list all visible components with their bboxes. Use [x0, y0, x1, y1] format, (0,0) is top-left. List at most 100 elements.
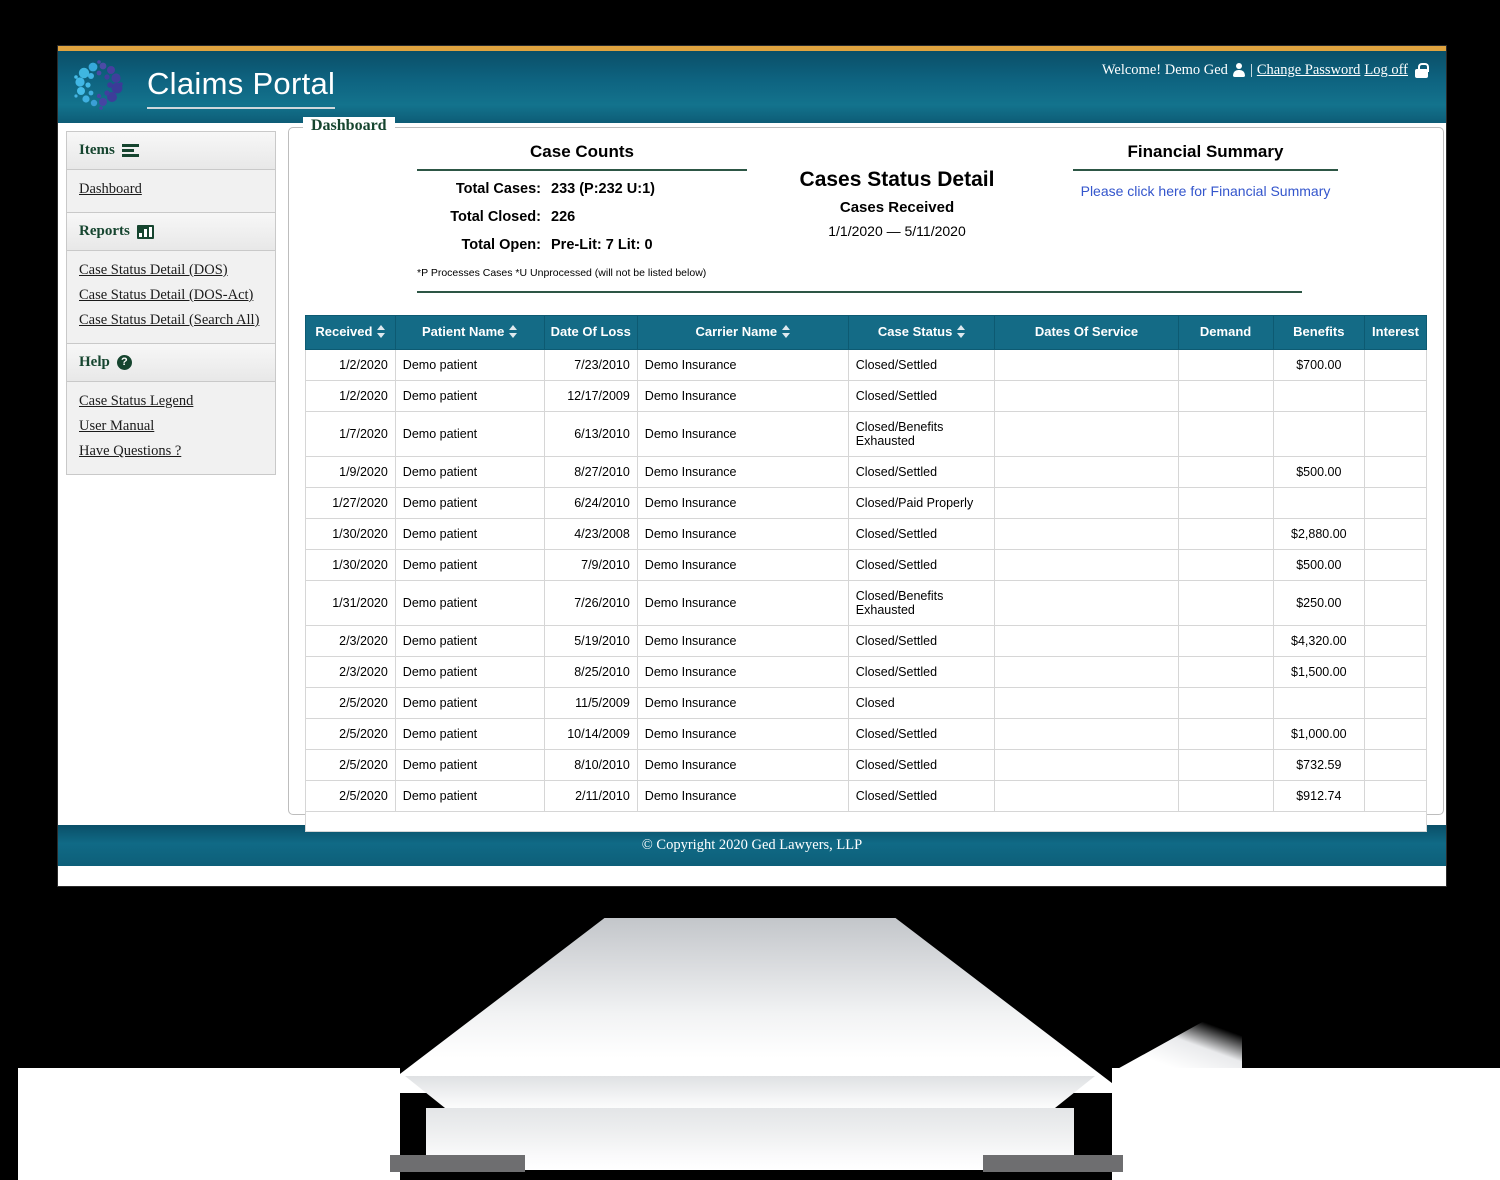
cell-dates-of-service — [994, 779, 1179, 812]
bar-chart-icon — [136, 224, 154, 239]
cell-interest — [1364, 579, 1427, 626]
table-row[interactable]: 1/27/2020 Demo patient 6/24/2010 Demo Insur… — [305, 486, 1427, 519]
cell-dates-of-service — [994, 717, 1179, 750]
sidebar-item-case-status-detail-dos[interactable]: Case Status Detail (DOS) — [79, 258, 263, 283]
cell-carrier: Demo Insurance — [636, 748, 849, 781]
col-header-received[interactable]: Received — [305, 315, 396, 350]
cell-date-of-loss: 7/26/2010 — [543, 579, 638, 626]
cases-table-footer-strip — [305, 811, 1427, 832]
cell-benefits — [1272, 410, 1366, 457]
cell-patient: Demo patient — [394, 779, 545, 812]
app-header: Claims Portal Welcome! Demo Ged | Change… — [58, 51, 1446, 123]
table-row[interactable]: 2/3/2020 Demo patient 5/19/2010 Demo Insura… — [305, 624, 1427, 657]
change-password-link[interactable]: Change Password — [1257, 62, 1361, 79]
sidebar-header-items: Items — [67, 132, 275, 170]
app-body: Items Dashboard Reports Case Status Deta… — [58, 117, 1446, 832]
cell-received: 1/9/2020 — [305, 455, 396, 488]
col-header-case-status[interactable]: Case Status — [847, 315, 996, 350]
col-label-date-of-loss: Date Of Loss — [550, 324, 631, 339]
col-label-demand: Demand — [1199, 324, 1252, 339]
sidebar-header-help: Help ? — [67, 344, 275, 382]
table-row[interactable]: 2/5/2020 Demo patient 2/11/2010 Demo Insura… — [305, 779, 1427, 812]
cell-demand — [1177, 686, 1274, 719]
col-label-carrier-name: Carrier Name — [695, 324, 778, 339]
claims-portal-logo-icon — [68, 56, 130, 118]
cases-table-header-row: Received Patient Name Date Of Loss Carri… — [305, 315, 1427, 350]
cell-carrier: Demo Insurance — [636, 624, 849, 657]
cell-benefits: $1,500.00 — [1272, 655, 1366, 688]
table-row[interactable]: 2/5/2020 Demo patient 8/10/2010 Demo Insura… — [305, 748, 1427, 781]
sidebar-item-dashboard[interactable]: Dashboard — [79, 177, 263, 202]
header-separator: | — [1249, 62, 1253, 78]
cell-received: 1/27/2020 — [305, 486, 396, 519]
sort-icon[interactable] — [782, 325, 791, 338]
cell-carrier: Demo Insurance — [636, 548, 849, 581]
col-header-patient-name[interactable]: Patient Name — [394, 315, 545, 350]
cell-date-of-loss: 8/10/2010 — [543, 748, 638, 781]
cell-interest — [1364, 624, 1427, 657]
col-header-demand[interactable]: Demand — [1177, 315, 1274, 350]
sidebar-item-case-status-detail-dos-act[interactable]: Case Status Detail (DOS-Act) — [79, 283, 263, 308]
cell-date-of-loss: 7/9/2010 — [543, 548, 638, 581]
cases-table: Received Patient Name Date Of Loss Carri… — [305, 315, 1427, 812]
col-header-interest[interactable]: Interest — [1364, 315, 1427, 350]
cell-status: Closed/Settled — [847, 717, 996, 750]
financial-summary-link[interactable]: Please click here for Financial Summary — [1073, 171, 1338, 199]
cases-received-subtitle: Cases Received — [839, 199, 955, 216]
cell-interest — [1364, 779, 1427, 812]
cell-date-of-loss: 10/14/2009 — [543, 717, 638, 750]
desk-surface-left — [18, 1068, 400, 1180]
log-off-link[interactable]: Log off — [1364, 62, 1408, 79]
sort-icon[interactable] — [377, 325, 386, 338]
cases-status-detail-title: Cases Status Detail — [799, 168, 995, 191]
cell-received: 2/5/2020 — [305, 748, 396, 781]
total-closed-label: Total Closed: — [450, 209, 541, 225]
sort-icon[interactable] — [509, 325, 518, 338]
table-row[interactable]: 1/30/2020 Demo patient 4/23/2008 Demo Insur… — [305, 517, 1427, 550]
cases-table-head: Received Patient Name Date Of Loss Carri… — [305, 315, 1427, 350]
cell-carrier: Demo Insurance — [636, 379, 849, 412]
col-label-benefits: Benefits — [1293, 324, 1345, 339]
table-row[interactable]: 2/3/2020 Demo patient 8/25/2010 Demo Insura… — [305, 655, 1427, 688]
app-title: Claims Portal — [147, 66, 336, 109]
table-row[interactable]: 1/7/2020 Demo patient 6/13/2010 Demo Insura… — [305, 410, 1427, 457]
table-row[interactable]: 2/5/2020 Demo patient 10/14/2009 Demo Insur… — [305, 717, 1427, 750]
cases-status-detail-heading: Cases Status Detail Cases Received 1/1/2… — [747, 142, 1047, 293]
cell-received: 2/3/2020 — [305, 655, 396, 688]
sidebar-item-user-manual[interactable]: User Manual — [79, 414, 263, 439]
cell-status: Closed/Settled — [847, 655, 996, 688]
sidebar-item-case-status-legend[interactable]: Case Status Legend — [79, 389, 263, 414]
cell-benefits — [1272, 486, 1366, 519]
sort-icon[interactable] — [957, 325, 966, 338]
col-header-benefits[interactable]: Benefits — [1272, 315, 1366, 350]
cell-benefits: $4,320.00 — [1272, 624, 1366, 657]
cases-table-wrap: Received Patient Name Date Of Loss Carri… — [303, 293, 1429, 832]
monitor-stand-foot-left — [390, 1155, 525, 1172]
cell-received: 1/7/2020 — [305, 410, 396, 457]
cases-table-body: 1/2/2020 Demo patient 7/23/2010 Demo Insura… — [305, 348, 1427, 812]
col-header-dates-of-service[interactable]: Dates Of Service — [994, 315, 1179, 350]
cell-demand — [1177, 455, 1274, 488]
table-row[interactable]: 1/30/2020 Demo patient 7/9/2010 Demo Insura… — [305, 548, 1427, 581]
cell-interest — [1364, 486, 1427, 519]
cell-dates-of-service — [994, 748, 1179, 781]
table-row[interactable]: 1/9/2020 Demo patient 8/27/2010 Demo Insura… — [305, 455, 1427, 488]
col-header-carrier-name[interactable]: Carrier Name — [636, 315, 849, 350]
cell-date-of-loss: 6/13/2010 — [543, 410, 638, 457]
welcome-text: Welcome! Demo Ged — [1101, 62, 1228, 78]
sidebar-item-have-questions[interactable]: Have Questions ? — [79, 439, 263, 464]
cell-date-of-loss: 6/24/2010 — [543, 486, 638, 519]
table-row[interactable]: 1/2/2020 Demo patient 7/23/2010 Demo Insura… — [305, 348, 1427, 381]
cell-carrier: Demo Insurance — [636, 348, 849, 381]
cell-status: Closed/Settled — [847, 379, 996, 412]
table-row[interactable]: 1/2/2020 Demo patient 12/17/2009 Demo Insur… — [305, 379, 1427, 412]
col-header-date-of-loss[interactable]: Date Of Loss — [543, 315, 638, 350]
sidebar-group-reports: Case Status Detail (DOS) Case Status Det… — [67, 251, 275, 344]
cell-benefits: $1,000.00 — [1272, 717, 1366, 750]
cell-demand — [1177, 655, 1274, 688]
table-row[interactable]: 1/31/2020 Demo patient 7/26/2010 Demo Insur… — [305, 579, 1427, 626]
cell-interest — [1364, 379, 1427, 412]
cell-carrier: Demo Insurance — [636, 717, 849, 750]
table-row[interactable]: 2/5/2020 Demo patient 11/5/2009 Demo Insura… — [305, 686, 1427, 719]
sidebar-item-case-status-detail-search-all[interactable]: Case Status Detail (Search All) — [79, 308, 263, 333]
